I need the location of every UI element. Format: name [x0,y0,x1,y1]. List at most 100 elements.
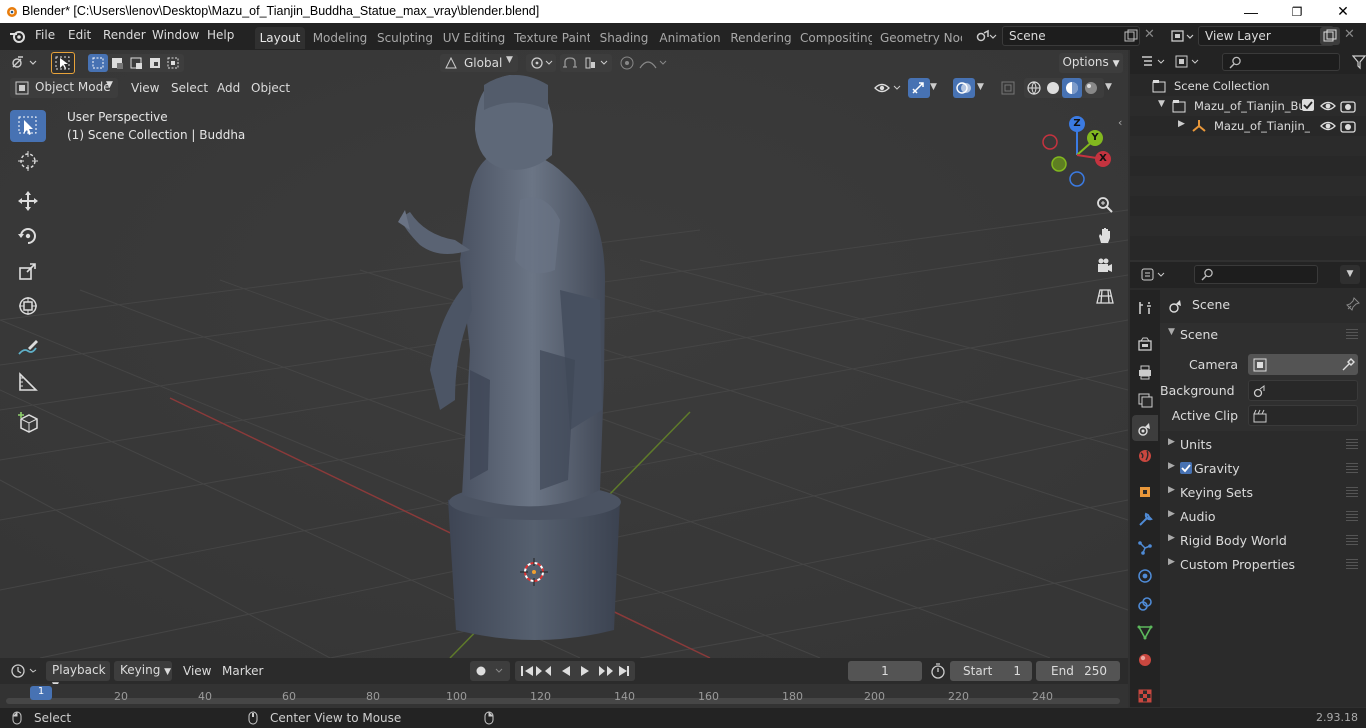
cursor-tool-icon[interactable] [10,145,46,177]
properties-search-input[interactable] [1194,265,1318,284]
close-button[interactable]: ✕ [1320,0,1366,23]
end-frame-field[interactable]: End 250 [1036,661,1120,681]
drag-grip-icon[interactable] [1346,439,1358,449]
camera-render-icon[interactable] [1340,119,1356,133]
drag-grip-icon[interactable] [1346,535,1358,545]
menu-render[interactable]: Render [103,28,146,42]
keying-menu[interactable]: Keying ▼ [114,661,172,681]
tab-shading[interactable]: Shading [598,27,650,49]
scene-properties-tab-icon[interactable] [1132,415,1158,441]
physics-properties-tab-icon[interactable] [1132,563,1158,589]
playback-controls[interactable] [515,661,635,681]
properties-editor-type-icon[interactable] [1140,267,1168,283]
background-scene-field[interactable] [1248,380,1358,401]
eye-visibility-icon[interactable] [1320,99,1336,113]
drag-grip-icon[interactable] [1346,559,1358,569]
expand-triangle-icon[interactable]: ▼ [1158,99,1165,109]
snap-toggle[interactable] [560,54,612,72]
tab-uv-editing[interactable]: UV Editing [440,27,508,49]
tab-sculpting[interactable]: Sculpting [376,27,434,49]
gravity-checkbox[interactable] [1180,462,1192,474]
transform-orientation-dropdown[interactable]: Global ▼ [440,54,518,72]
camera-field[interactable] [1248,354,1358,375]
menu-file[interactable]: File [35,28,55,42]
properties-options-dropdown[interactable]: ▼ [1340,265,1360,284]
add-cube-tool-icon[interactable] [10,406,46,438]
audio-panel-header[interactable]: ▶ Audio [1160,505,1366,529]
sidebar-expand-icon[interactable]: ‹ [1118,116,1122,129]
chevron-down-icon[interactable]: ▼ [930,82,937,92]
render-properties-tab-icon[interactable] [1132,331,1158,357]
texture-properties-tab-icon[interactable] [1132,683,1158,709]
auto-keying-toggle[interactable] [470,661,510,681]
gravity-panel-header[interactable]: ▶ Gravity [1160,457,1366,481]
scene-panel-header[interactable]: ▼ Scene [1160,323,1366,347]
menu-help[interactable]: Help [207,28,234,42]
select-box-tool-icon[interactable] [10,110,46,142]
xray-toggle-icon[interactable] [1000,80,1016,96]
remove-scene-icon[interactable]: ✕ [1144,27,1155,42]
outliner-row-object[interactable]: ▶ Mazu_of_Tianjin_ [1130,116,1366,136]
tab-layout[interactable]: Layout [255,27,305,49]
camera-render-icon[interactable] [1340,99,1356,113]
filter-icon[interactable] [1352,54,1366,70]
pin-icon[interactable] [1346,297,1360,311]
measure-tool-icon[interactable] [10,366,46,398]
new-view-layer-icon[interactable] [1320,27,1340,45]
world-properties-tab-icon[interactable] [1132,443,1158,469]
display-mode-icon[interactable] [1174,54,1202,70]
select-mode-tweak-icon[interactable] [51,52,75,74]
tab-rendering[interactable]: Rendering [730,27,792,49]
marker-menu[interactable]: Marker [222,664,263,678]
move-tool-icon[interactable] [10,185,46,217]
outliner-row-collection[interactable]: ▼ Mazu_of_Tianjin_Bud [1130,96,1366,116]
object-visibility-icon[interactable] [873,79,905,97]
view-layer-properties-tab-icon[interactable] [1132,387,1158,413]
gizmo-toggle-icon[interactable] [908,78,930,98]
maximize-button[interactable]: ❐ [1274,0,1320,23]
modifier-properties-tab-icon[interactable] [1132,507,1158,533]
select-menu[interactable]: Select [171,81,208,95]
perspective-toggle-icon[interactable] [1092,283,1118,309]
options-dropdown[interactable]: Options ▼ [1059,53,1123,73]
gizmo-x-axis[interactable]: X [1095,151,1111,167]
blender-menu-icon[interactable] [9,28,27,44]
output-properties-tab-icon[interactable] [1132,359,1158,385]
object-properties-tab-icon[interactable] [1132,479,1158,505]
view-menu[interactable]: View [131,81,159,95]
3d-viewport[interactable]: Z Y X User Perspective (1) Scene Collect… [0,50,1128,658]
timeline-view-menu[interactable]: View [183,664,211,678]
units-panel-header[interactable]: ▶ Units [1160,433,1366,457]
annotate-tool-icon[interactable] [10,331,46,363]
data-properties-tab-icon[interactable] [1132,619,1158,645]
tab-texture-paint[interactable]: Texture Paint [514,27,590,49]
editor-type-icon[interactable] [10,54,40,72]
tab-modeling[interactable]: Modeling [309,27,371,49]
drag-grip-icon[interactable] [1346,329,1358,339]
material-properties-tab-icon[interactable] [1132,647,1158,673]
tab-geometry-nodes[interactable]: Geometry Nod [880,27,962,49]
active-clip-field[interactable] [1248,405,1358,426]
overlays-toggle-icon[interactable] [953,78,975,98]
add-menu[interactable]: Add [217,81,240,95]
exclude-checkbox[interactable] [1302,99,1314,111]
tool-properties-tab-icon[interactable] [1132,295,1158,321]
eye-visibility-icon[interactable] [1320,119,1336,133]
particles-properties-tab-icon[interactable] [1132,535,1158,561]
start-frame-field[interactable]: Start 1 [950,661,1032,681]
custom-properties-panel-header[interactable]: ▶ Custom Properties [1160,553,1366,577]
pivot-point-dropdown[interactable] [526,54,556,72]
drag-grip-icon[interactable] [1346,463,1358,473]
drag-grip-icon[interactable] [1346,511,1358,521]
drag-grip-icon[interactable] [1346,487,1358,497]
view-layer-icon[interactable] [1170,28,1196,44]
stopwatch-icon[interactable] [930,663,946,679]
camera-view-icon[interactable] [1092,253,1118,279]
transform-tool-icon[interactable] [10,290,46,322]
scene-selector-icon[interactable] [975,28,997,44]
outliner-editor-type-icon[interactable] [1140,54,1168,70]
timeline-editor-type-icon[interactable] [10,663,40,679]
menu-edit[interactable]: Edit [68,28,91,42]
zoom-view-icon[interactable] [1092,192,1118,218]
playback-menu[interactable]: Playback ▼ [46,661,110,691]
